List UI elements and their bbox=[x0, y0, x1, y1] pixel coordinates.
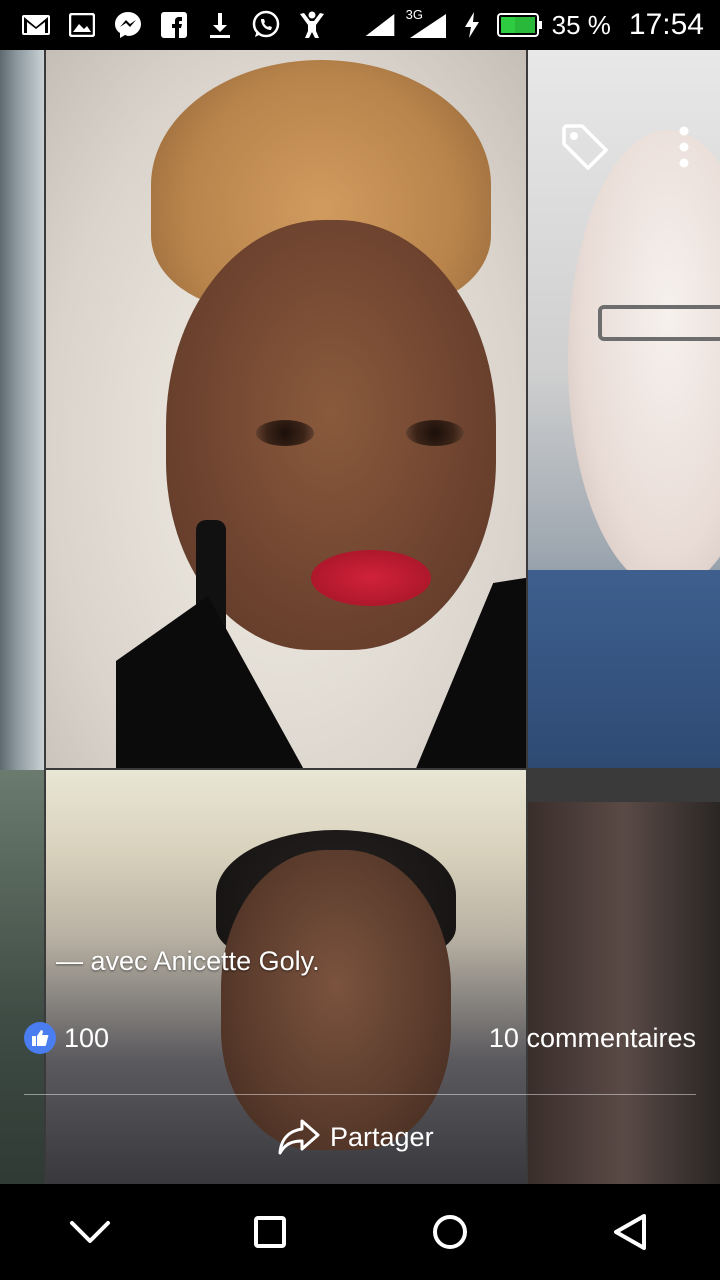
facebook-icon bbox=[158, 9, 190, 41]
signal-icon bbox=[364, 9, 396, 41]
nav-hide-button[interactable] bbox=[50, 1192, 130, 1272]
likes-count[interactable]: 100 bbox=[64, 1023, 109, 1054]
messenger-icon bbox=[112, 9, 144, 41]
network-type: 3G bbox=[405, 7, 423, 22]
nav-recents-button[interactable] bbox=[230, 1192, 310, 1272]
photo-face-2 bbox=[221, 850, 451, 1150]
tag-icon[interactable] bbox=[560, 122, 610, 172]
photo-eye-right bbox=[406, 420, 464, 446]
clock: 17:54 bbox=[628, 8, 704, 41]
system-status: 3G 35 % 17:54 bbox=[364, 7, 704, 42]
like-icon[interactable] bbox=[24, 1022, 56, 1054]
share-icon bbox=[278, 1119, 320, 1155]
download-icon bbox=[204, 9, 236, 41]
battery-percent: 35 % bbox=[551, 9, 611, 40]
charging-icon bbox=[456, 9, 488, 41]
whatsapp-icon bbox=[250, 9, 282, 41]
navigation-bar bbox=[0, 1184, 720, 1280]
battery-icon bbox=[496, 9, 544, 41]
gallery-icon bbox=[66, 9, 98, 41]
photo-top-actions bbox=[560, 122, 690, 172]
nav-home-button[interactable] bbox=[410, 1192, 490, 1272]
fitness-icon bbox=[296, 9, 328, 41]
divider bbox=[24, 1094, 696, 1095]
share-button[interactable]: Partager bbox=[278, 1118, 434, 1156]
photo-eye-left bbox=[256, 420, 314, 446]
share-label: Partager bbox=[330, 1121, 434, 1152]
photo-stats: 100 10 commentaires bbox=[24, 1018, 696, 1058]
status-bar: 3G 35 % 17:54 bbox=[0, 0, 720, 50]
square-icon bbox=[254, 1216, 286, 1248]
photo-tile-left-bottom[interactable] bbox=[0, 770, 44, 1184]
photo-tile-right-bottom[interactable] bbox=[528, 802, 720, 1184]
chevron-down-icon bbox=[70, 1221, 110, 1243]
gmail-icon bbox=[20, 9, 52, 41]
notification-icons bbox=[20, 9, 328, 41]
circle-icon bbox=[433, 1215, 467, 1249]
more-options-icon[interactable] bbox=[678, 125, 690, 169]
nav-back-button[interactable] bbox=[590, 1192, 670, 1272]
back-triangle-icon bbox=[614, 1214, 646, 1250]
photo-caption[interactable]: — avec Anicette Goly. bbox=[56, 946, 320, 977]
network-3g-signal: 3G bbox=[404, 7, 448, 41]
comments-count[interactable]: 10 commentaires bbox=[489, 1023, 696, 1054]
photo-face-right bbox=[568, 130, 720, 590]
photo-jacket bbox=[528, 570, 720, 768]
photo-tile-left-top[interactable] bbox=[0, 50, 44, 770]
photo-tile-main[interactable] bbox=[46, 50, 526, 768]
photo-viewer[interactable]: — avec Anicette Goly. 100 10 commentaire… bbox=[0, 50, 720, 1184]
photo-lips bbox=[311, 550, 431, 606]
photo-glasses bbox=[598, 305, 720, 341]
